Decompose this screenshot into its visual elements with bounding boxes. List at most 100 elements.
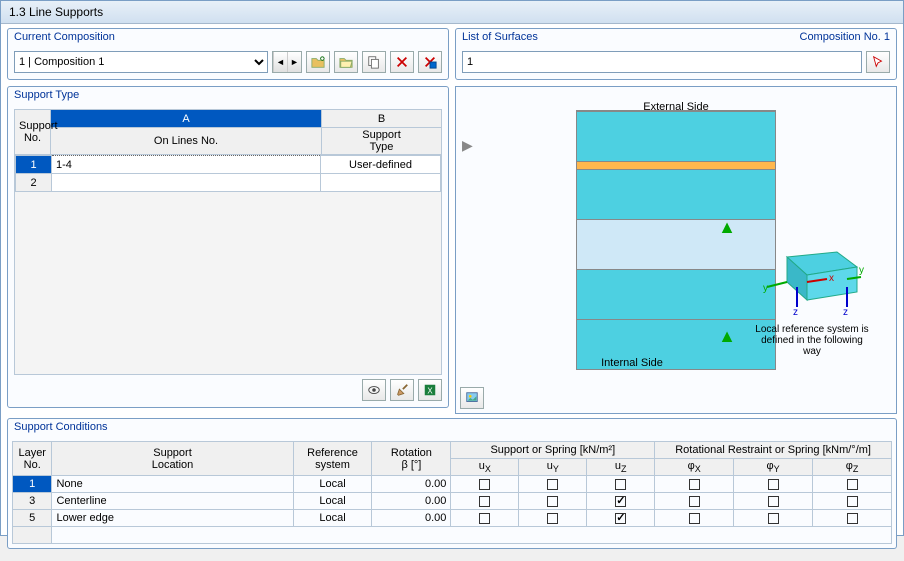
cell-phiy[interactable] [734,493,813,510]
col-support-type-h[interactable]: Support Type [322,128,442,155]
composition-no-label: Composition No. 1 [800,31,891,43]
cell-phiz[interactable] [813,510,892,527]
col-support-location[interactable]: Support Location [52,442,293,476]
svg-text:z: z [793,307,798,317]
support-type-fieldset: Support Type Support No. A B On Lines No… [7,86,449,408]
cell-location[interactable]: Centerline [52,493,293,510]
checkbox[interactable] [768,513,779,524]
list-of-surfaces-fieldset: List of Surfaces Composition No. 1 [455,28,897,80]
col-phiy[interactable]: φY [734,459,813,476]
open-composition-button[interactable] [334,51,358,73]
svg-text:X: X [427,387,433,396]
cell-ux[interactable] [451,510,519,527]
checkbox[interactable] [479,513,490,524]
cell-uz[interactable] [587,510,655,527]
condition-row[interactable]: 3CenterlineLocal0.00 [13,493,892,510]
col-phiz[interactable]: φZ [813,459,892,476]
preview-canvas[interactable]: External Side ▶ ▲ ▲ Internal Side [456,87,896,383]
cell-uy[interactable] [519,510,587,527]
cell-phiz[interactable] [813,476,892,493]
checkbox[interactable] [547,496,558,507]
axis-diagram: y x z y z Local reference system is defi… [752,247,872,357]
composition-prev-button[interactable]: ◄ [273,52,287,72]
pick-surfaces-button[interactable] [866,51,890,73]
checkbox[interactable] [768,496,779,507]
checkbox[interactable] [689,496,700,507]
cell-type[interactable] [321,174,441,192]
support-row[interactable]: 1 1-4 User-defined [16,156,441,174]
cell-lines[interactable] [52,174,321,192]
folder-open-icon [339,55,353,69]
cell-phix[interactable] [655,493,734,510]
view-button[interactable] [362,379,386,401]
cell-rotation[interactable]: 0.00 [372,493,451,510]
cell-phiy[interactable] [734,476,813,493]
col-uz[interactable]: uZ [587,459,655,476]
layer-1 [577,111,775,161]
cell-phix[interactable] [655,476,734,493]
cell-lines[interactable]: 1-4 [52,156,321,174]
image-settings-button[interactable] [460,387,484,409]
cell-location[interactable]: None [52,476,293,493]
copy-icon [367,55,381,69]
col-reference-system[interactable]: Reference system [293,442,372,476]
checkbox[interactable] [689,479,700,490]
image-icon [465,391,479,405]
cell-location[interactable]: Lower edge [52,510,293,527]
checkbox[interactable] [479,479,490,490]
cell-type[interactable]: User-defined [321,156,441,174]
cell-ux[interactable] [451,476,519,493]
cell-ux[interactable] [451,493,519,510]
excel-button[interactable]: X [418,379,442,401]
delete-composition-button[interactable] [390,51,414,73]
checkbox[interactable] [847,479,858,490]
surfaces-input[interactable] [462,51,862,73]
new-composition-button[interactable] [306,51,330,73]
xml-composition-button[interactable] [418,51,442,73]
col-uy[interactable]: uY [519,459,587,476]
cell-refsys[interactable]: Local [293,510,372,527]
copy-composition-button[interactable] [362,51,386,73]
checkbox[interactable] [547,479,558,490]
col-A[interactable]: A [51,110,322,128]
support-type-footer: X [14,375,442,401]
cell-rotation[interactable]: 0.00 [372,476,451,493]
xml-icon [423,55,437,69]
col-phix[interactable]: φX [655,459,734,476]
col-rotation[interactable]: Rotation β [°] [372,442,451,476]
cell-uy[interactable] [519,476,587,493]
col-ux[interactable]: uX [451,459,519,476]
checkbox[interactable] [615,479,626,490]
checkbox[interactable] [547,513,558,524]
cell-rotation[interactable]: 0.00 [372,510,451,527]
col-B[interactable]: B [322,110,442,128]
cell-phiy[interactable] [734,510,813,527]
cursor-icon [871,55,885,69]
composition-spinner[interactable]: ◄ ► [272,51,302,73]
cell-phiz[interactable] [813,493,892,510]
checkbox[interactable] [847,496,858,507]
support-conditions-label: Support Conditions [14,421,108,433]
checkbox[interactable] [479,496,490,507]
support-row[interactable]: 2 [16,174,441,192]
cell-uz[interactable] [587,476,655,493]
col-on-lines[interactable]: On Lines No. [51,128,322,155]
checkbox[interactable] [847,513,858,524]
checkbox[interactable] [689,513,700,524]
composition-next-button[interactable]: ► [287,52,301,72]
checkbox[interactable] [768,479,779,490]
support-marker-2: ▲ [718,326,736,347]
pick-button[interactable] [390,379,414,401]
cell-refsys[interactable]: Local [293,493,372,510]
checkbox[interactable] [615,496,626,507]
support-conditions-wrap: Support Conditions Layer No. Support Loc… [1,418,903,561]
cell-uy[interactable] [519,493,587,510]
condition-row[interactable]: 5Lower edgeLocal0.00 [13,510,892,527]
checkbox[interactable] [615,513,626,524]
condition-row[interactable]: 1NoneLocal0.00 [13,476,892,493]
cell-phix[interactable] [655,510,734,527]
composition-select[interactable]: 1 | Composition 1 [14,51,268,73]
cell-refsys[interactable]: Local [293,476,372,493]
cell-uz[interactable] [587,493,655,510]
support-type-body[interactable]: 1 1-4 User-defined 2 [14,155,442,375]
